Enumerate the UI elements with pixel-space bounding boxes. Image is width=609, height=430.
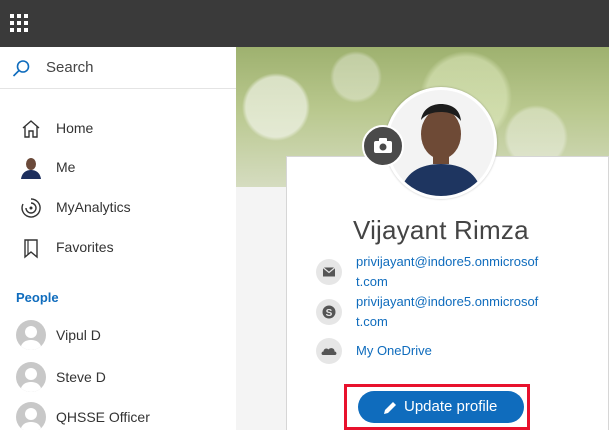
bookmark-icon bbox=[24, 239, 38, 259]
person-name: QHSSE Officer bbox=[56, 409, 150, 425]
update-profile-label: Update profile bbox=[404, 398, 498, 415]
camera-icon bbox=[374, 138, 392, 153]
avatar bbox=[16, 320, 46, 350]
search-icon bbox=[12, 60, 30, 77]
search-placeholder: Search bbox=[46, 59, 94, 76]
nav-item-me[interactable]: Me bbox=[0, 148, 236, 186]
top-bar bbox=[0, 0, 609, 47]
person-item[interactable]: Steve D bbox=[0, 357, 236, 395]
avatar bbox=[16, 402, 46, 430]
person-name: Steve D bbox=[56, 369, 106, 385]
person-item[interactable]: Vipul D bbox=[0, 315, 236, 353]
person-placeholder-icon bbox=[20, 408, 42, 430]
person-placeholder-icon bbox=[20, 326, 42, 350]
skype-link[interactable]: privijayant@indore5.onmicrosof t.com bbox=[356, 292, 566, 332]
analytics-icon bbox=[21, 198, 41, 218]
nav-label: Me bbox=[56, 159, 76, 175]
nav-label: Favorites bbox=[56, 239, 114, 255]
person-placeholder-icon bbox=[20, 368, 42, 392]
onedrive-link[interactable]: My OneDrive bbox=[356, 341, 566, 361]
nav-label: MyAnalytics bbox=[56, 199, 131, 215]
svg-text:S: S bbox=[326, 308, 333, 319]
nav-item-myanalytics[interactable]: MyAnalytics bbox=[0, 188, 236, 226]
sidebar: Search Home Me MyAnalytics Favorites Peo… bbox=[0, 47, 236, 430]
profile-name: Vijayant Rimza bbox=[353, 215, 529, 245]
avatar bbox=[16, 362, 46, 392]
search-box[interactable]: Search bbox=[0, 47, 236, 89]
pencil-icon bbox=[384, 402, 396, 414]
cloud-icon bbox=[316, 338, 342, 364]
nav-label: Home bbox=[56, 120, 94, 136]
profile-main: Vijayant Rimza privijayant@indore5.onmic… bbox=[236, 47, 609, 430]
home-icon bbox=[22, 120, 40, 138]
email-link[interactable]: privijayant@indore5.onmicrosof t.com bbox=[356, 252, 566, 292]
mail-icon bbox=[316, 259, 342, 285]
nav-item-home[interactable]: Home bbox=[0, 109, 236, 147]
update-profile-button[interactable]: Update profile bbox=[358, 391, 524, 423]
nav-item-favorites[interactable]: Favorites bbox=[0, 228, 236, 266]
people-section-title: People bbox=[16, 290, 59, 305]
skype-icon: S bbox=[316, 299, 342, 325]
avatar bbox=[20, 157, 42, 179]
waffle-icon[interactable] bbox=[10, 14, 28, 32]
person-name: Vipul D bbox=[56, 327, 101, 343]
person-item[interactable]: QHSSE Officer bbox=[0, 397, 236, 430]
change-photo-button[interactable] bbox=[362, 125, 404, 167]
